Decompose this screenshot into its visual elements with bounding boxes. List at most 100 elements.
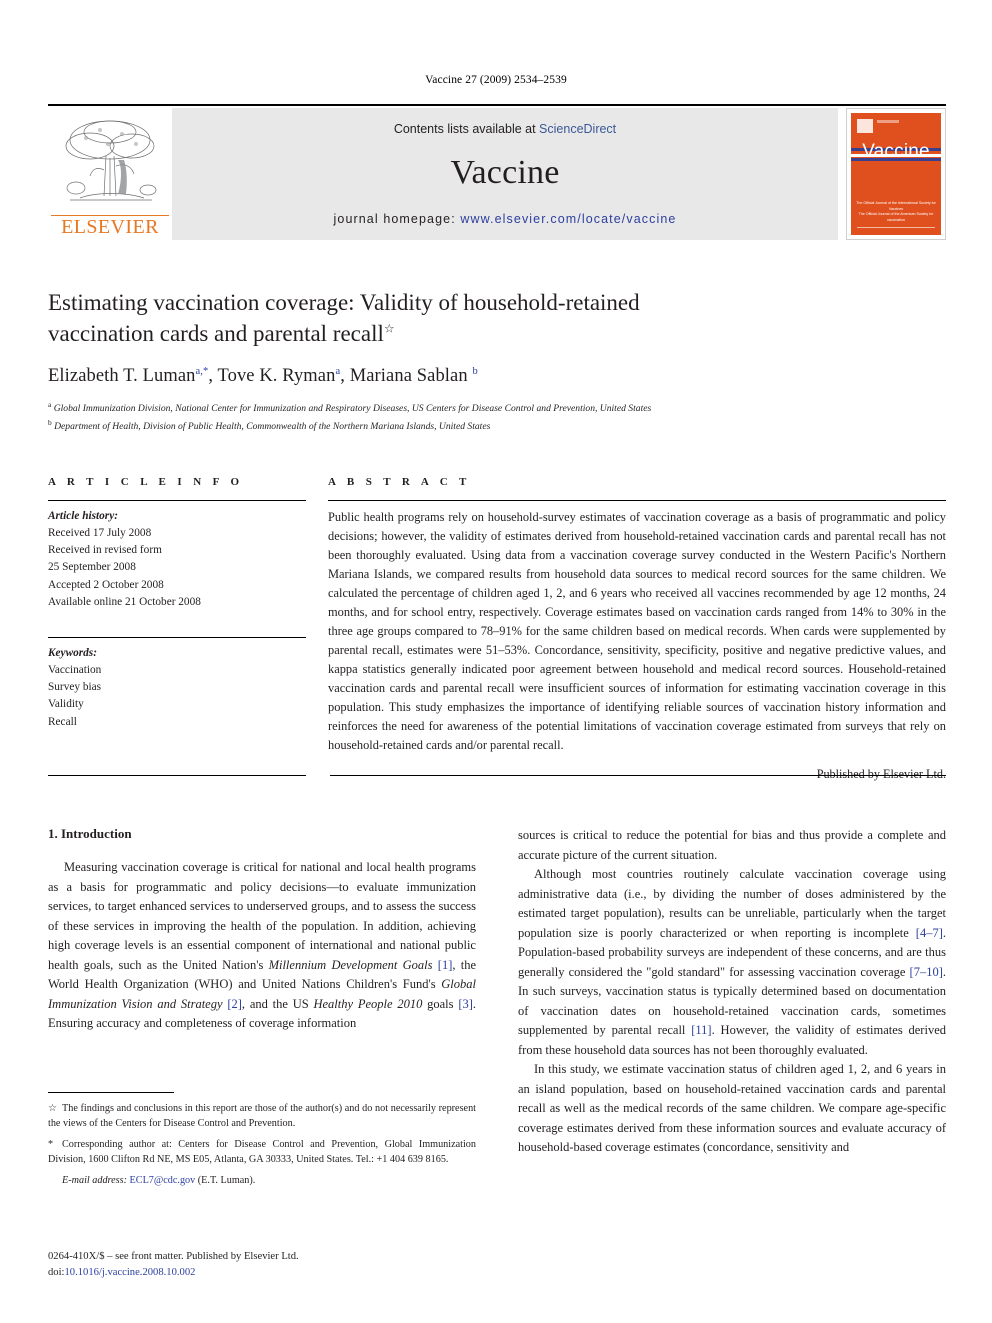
keywords-label: Keywords: xyxy=(48,646,97,659)
article-history-block: Article history: Received 17 July 2008 R… xyxy=(48,508,306,611)
citation-ref-11[interactable]: [11] xyxy=(691,1023,711,1037)
intro-p1-mid-2: , and the US xyxy=(241,996,314,1011)
abstract-bottom-rule-right xyxy=(330,775,946,776)
footnote-disclaimer-text: The findings and conclusions in this rep… xyxy=(48,1103,476,1130)
intro-p1-italic-1: Millennium Development Goals xyxy=(268,957,433,972)
abstract-text: Public health programs rely on household… xyxy=(328,510,946,752)
intro-p2-part-a: Although most countries routinely calcul… xyxy=(518,867,946,940)
elsevier-tree-icon xyxy=(65,120,157,201)
doi-line: doi:10.1016/j.vaccine.2008.10.002 xyxy=(48,1265,488,1281)
citation-ref-3[interactable]: [3] xyxy=(458,997,473,1011)
affiliation-text-a: Global Immunization Division, National C… xyxy=(53,403,652,415)
article-history-line: Received in revised form xyxy=(48,544,162,557)
title-footnote-marker[interactable]: ☆ xyxy=(384,321,395,335)
abstract-rule xyxy=(328,500,946,501)
body-column-right: sources is critical to reduce the potent… xyxy=(518,826,946,1158)
keyword-item: Validity xyxy=(48,698,84,711)
title-line-1: Estimating vaccination coverage: Validit… xyxy=(48,290,640,315)
intro-p1-mid-3: goals xyxy=(422,996,459,1011)
author-name-3: Mariana Sablan xyxy=(349,366,468,387)
article-history-line: Available online 21 October 2008 xyxy=(48,595,201,608)
keywords-block: Keywords: Vaccination Survey bias Validi… xyxy=(48,636,306,731)
journal-title: Vaccine xyxy=(450,154,560,191)
running-head: Vaccine 27 (2009) 2534–2539 xyxy=(425,74,567,86)
author-list: Elizabeth T. Lumana,*, Tove K. Rymana, M… xyxy=(48,366,478,387)
cover-background: Vaccine The Official Journal of the Inte… xyxy=(851,113,941,235)
abstract-bottom-rule-left xyxy=(48,775,306,776)
email-address-label: E-mail address: xyxy=(62,1175,127,1187)
elsevier-logo: ELSEVIER xyxy=(48,108,172,240)
masthead-center-panel: Contents lists available at ScienceDirec… xyxy=(172,108,838,240)
issn-front-matter: 0264-410X/$ – see front matter. Publishe… xyxy=(48,1251,299,1262)
intro-paragraph-1-continued: sources is critical to reduce the potent… xyxy=(518,828,946,862)
cover-divider xyxy=(857,227,935,228)
affiliation-b: b Department of Health, Division of Publ… xyxy=(48,417,808,435)
article-title-block: Estimating vaccination coverage: Validit… xyxy=(48,288,808,435)
elsevier-wordmark: ELSEVIER xyxy=(51,215,169,238)
contents-prefix: Contents lists available at xyxy=(393,122,540,136)
journal-homepage-line: journal homepage: www.elsevier.com/locat… xyxy=(172,212,838,226)
page-title: Estimating vaccination coverage: Validit… xyxy=(48,288,808,349)
footnote-corresponding-text: Corresponding author at: Centers for Dis… xyxy=(48,1139,476,1166)
affiliation-mark-a: a xyxy=(48,400,52,410)
journal-masthead: ELSEVIER Contents lists available at Sci… xyxy=(48,104,946,240)
cover-badge-bar xyxy=(877,120,899,123)
author-name-1: Elizabeth T. Luman xyxy=(48,366,196,387)
intro-paragraph-2: Although most countries routinely calcul… xyxy=(518,865,946,1060)
citation-ref-1[interactable]: [1] xyxy=(438,958,453,972)
article-info-heading: A R T I C L E I N F O xyxy=(48,476,244,488)
intro-paragraph-3: In this study, we estimate vaccination s… xyxy=(518,1062,946,1154)
doi-link[interactable]: 10.1016/j.vaccine.2008.10.002 xyxy=(64,1267,195,1278)
info-abstract-region: A R T I C L E I N F O Article history: R… xyxy=(48,476,946,782)
abstract-column: A B S T R A C T Public health programs r… xyxy=(324,476,946,782)
sciencedirect-link[interactable]: ScienceDirect xyxy=(539,122,616,136)
article-info-column: A R T I C L E I N F O Article history: R… xyxy=(48,476,306,782)
keyword-item: Vaccination xyxy=(48,664,102,677)
keyword-item: Survey bias xyxy=(48,681,102,694)
footnote-block: ☆ The findings and conclusions in this re… xyxy=(48,1092,476,1194)
citation-ref-2[interactable]: [2] xyxy=(227,997,242,1011)
email-link[interactable]: ECL7@cdc.gov xyxy=(130,1175,196,1186)
article-history-line: Accepted 2 October 2008 xyxy=(48,578,164,591)
cover-footer-line-2: The Official Journal of the American Soc… xyxy=(858,212,934,222)
title-line-2: vaccination cards and parental recall xyxy=(48,320,384,346)
section-heading-introduction: 1. Introduction xyxy=(48,826,132,841)
affiliation-a: a Global Immunization Division, National… xyxy=(48,399,808,417)
cover-footer-line-1: The Official Journal of the Internationa… xyxy=(856,201,936,211)
cover-publisher-badge-icon xyxy=(857,119,873,133)
intro-p1-part-1: Measuring vaccination coverage is critic… xyxy=(48,860,476,972)
imprint-block: 0264-410X/$ – see front matter. Publishe… xyxy=(48,1249,488,1280)
journal-cover-thumbnail: Vaccine The Official Journal of the Inte… xyxy=(846,108,946,240)
email-owner: (E.T. Luman). xyxy=(197,1175,256,1187)
paper-page: Vaccine 27 (2009) 2534–2539 ELSEVIER Con… xyxy=(0,0,992,1323)
doi-label: doi: xyxy=(48,1266,65,1278)
footnote-marker-asterisk: * xyxy=(48,1139,54,1151)
keyword-item: Recall xyxy=(48,715,77,728)
footnote-email: E-mail address: ECL7@cdc.gov (E.T. Luman… xyxy=(48,1173,476,1188)
intro-paragraph-1: Measuring vaccination coverage is critic… xyxy=(48,858,476,1034)
article-info-rule xyxy=(48,500,306,501)
article-history-label: Article history: xyxy=(48,510,118,522)
article-history-line: 25 September 2008 xyxy=(48,561,136,574)
affiliation-list: a Global Immunization Division, National… xyxy=(48,399,808,434)
citation-ref-7-10[interactable]: [7–10] xyxy=(910,965,943,979)
footnote-disclaimer: ☆ The findings and conclusions in this re… xyxy=(48,1101,476,1131)
author-name-2: Tove K. Ryman xyxy=(217,366,336,387)
abstract-heading: A B S T R A C T xyxy=(328,476,471,488)
intro-p1-italic-3: Healthy People 2010 xyxy=(313,996,423,1011)
affiliation-mark-b: b xyxy=(48,418,52,428)
author-sup-2[interactable]: a xyxy=(335,366,340,377)
cover-title: Vaccine xyxy=(862,141,930,162)
cover-footer: The Official Journal of the Internationa… xyxy=(856,201,936,223)
homepage-url-link[interactable]: www.elsevier.com/locate/vaccine xyxy=(460,212,676,226)
footnote-marker-star: ☆ xyxy=(48,1103,58,1114)
affiliation-text-b: Department of Health, Division of Public… xyxy=(54,421,491,433)
contents-available-line: Contents lists available at ScienceDirec… xyxy=(172,122,838,136)
citation-ref-4-7[interactable]: [4–7] xyxy=(916,926,943,940)
homepage-prefix: journal homepage: xyxy=(333,212,461,226)
author-sup-3[interactable]: b xyxy=(472,366,477,377)
article-history-line: Received 17 July 2008 xyxy=(48,527,152,540)
footnote-divider xyxy=(48,1092,174,1093)
footnote-corresponding-author: * Corresponding author at: Centers for Di… xyxy=(48,1137,476,1167)
author-sup-1[interactable]: a,* xyxy=(196,366,209,377)
